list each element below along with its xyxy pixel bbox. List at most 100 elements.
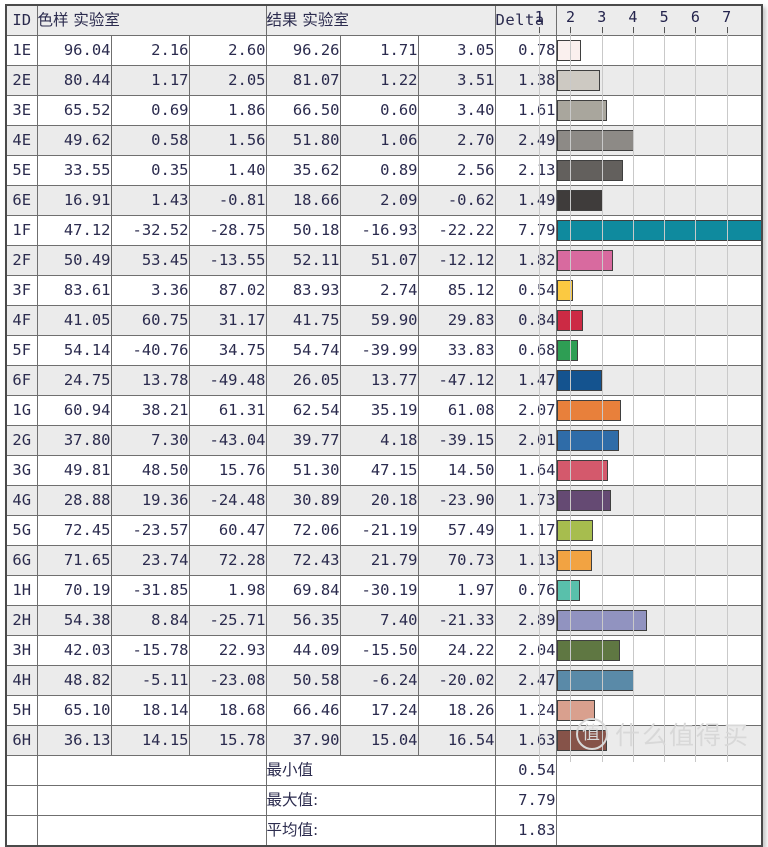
result-value: 29.83 [417, 305, 496, 336]
sample-value: 23.74 [110, 545, 190, 576]
table-header-row: ID 色样 实验室 结果 实验室 Delta E [5, 4, 763, 36]
result-value: 18.26 [417, 695, 496, 726]
result-value: 50.58 [265, 665, 341, 696]
result-value: 7.40 [339, 605, 419, 636]
sample-value: -49.48 [188, 365, 267, 396]
sample-value: 1.43 [110, 185, 190, 216]
result-value: 1.97 [417, 575, 496, 606]
sample-value: 49.62 [36, 125, 112, 156]
table-row: 5F 54.14 -40.76 34.75 54.74 -39.99 33.83 0.68 [5, 335, 763, 366]
delta-e-bar [557, 460, 608, 481]
chart-axis-header [555, 4, 763, 36]
chart-cell [555, 485, 763, 516]
result-value: -12.12 [417, 245, 496, 276]
result-value: -39.15 [417, 425, 496, 456]
sample-value: 2.16 [110, 35, 190, 66]
result-value: 1.06 [339, 125, 419, 156]
bar-container [557, 397, 761, 425]
chart-cell [555, 245, 763, 276]
row-id: 6E [5, 185, 38, 216]
row-id: 2G [5, 425, 38, 456]
table-row: 6G 71.65 23.74 72.28 72.43 21.79 70.73 1.13 [5, 545, 763, 576]
result-value: -15.50 [339, 635, 419, 666]
chart-cell-empty [555, 815, 762, 846]
chart-cell [555, 575, 763, 606]
sample-value: 0.58 [110, 125, 190, 156]
result-value: 50.18 [265, 215, 341, 246]
sample-value: 87.02 [188, 275, 267, 306]
chart-cell [555, 725, 763, 756]
delta-e-bar [557, 100, 607, 121]
sample-value: 2.05 [188, 65, 267, 96]
chart-cell [555, 455, 763, 486]
row-id: 5G [5, 515, 38, 546]
sample-value: 1.40 [188, 155, 267, 186]
sample-value: 2.60 [188, 35, 267, 66]
row-id: 2E [5, 65, 38, 96]
result-value: 69.84 [265, 575, 341, 606]
delta-e-value: 1.17 [494, 515, 557, 546]
result-value: 0.89 [339, 155, 419, 186]
sample-value: 42.03 [36, 635, 112, 666]
bar-container [557, 457, 761, 485]
table-row: 1F 47.12 -32.52 -28.75 50.18 -16.93 -22.22 7.79 [5, 215, 763, 246]
result-value: 35.19 [339, 395, 419, 426]
result-value: 26.05 [265, 365, 341, 396]
result-value: 30.89 [265, 485, 341, 516]
sample-value: 53.45 [110, 245, 190, 276]
chart-cell [555, 185, 763, 216]
chart-cell [555, 515, 763, 546]
table-row: 1G 60.94 38.21 61.31 62.54 35.19 61.08 2.07 [5, 395, 763, 426]
delta-e-value: 1.13 [494, 545, 557, 576]
sample-value: 80.44 [36, 65, 112, 96]
row-id: 3G [5, 455, 38, 486]
delta-e-value: 2.47 [494, 665, 557, 696]
bar-container [557, 487, 761, 515]
result-value: 59.90 [339, 305, 419, 336]
delta-e-value: 2.13 [494, 155, 557, 186]
bar-container [557, 517, 761, 545]
row-id: 3H [5, 635, 38, 666]
result-value: 56.35 [265, 605, 341, 636]
result-value: 57.49 [417, 515, 496, 546]
sample-value: 0.35 [110, 155, 190, 186]
sample-value: -23.08 [188, 665, 267, 696]
table-row: 2F 50.49 53.45 -13.55 52.11 51.07 -12.12 1.82 [5, 245, 763, 276]
chart-cell [555, 425, 763, 456]
result-value: 2.56 [417, 155, 496, 186]
result-value: 16.54 [417, 725, 496, 756]
sample-value: 18.14 [110, 695, 190, 726]
table-row: 5G 72.45 -23.57 60.47 72.06 -21.19 57.49 1.17 [5, 515, 763, 546]
delta-e-table: ID 色样 实验室 结果 实验室 Delta E 1E96.042.162.60… [5, 4, 763, 847]
result-value: -47.12 [417, 365, 496, 396]
delta-e-bar [557, 220, 761, 241]
sample-value: -23.57 [110, 515, 190, 546]
sample-value: 70.19 [36, 575, 112, 606]
result-value: 51.80 [265, 125, 341, 156]
delta-e-bar [557, 190, 604, 211]
chart-cell [555, 65, 763, 96]
delta-e-value: 2.04 [494, 635, 557, 666]
sample-value: 18.68 [188, 695, 267, 726]
sample-value: 60.75 [110, 305, 190, 336]
delta-e-bar [557, 70, 600, 91]
delta-e-bar [557, 400, 622, 421]
sample-value: 36.13 [36, 725, 112, 756]
summary-spacer [36, 755, 267, 786]
bar-container [557, 427, 761, 455]
result-value: 66.46 [265, 695, 341, 726]
sample-value: 41.05 [36, 305, 112, 336]
result-value: 83.93 [265, 275, 341, 306]
delta-e-value: 2.07 [494, 395, 557, 426]
result-value: -16.93 [339, 215, 419, 246]
delta-e-value: 0.68 [494, 335, 557, 366]
sample-value: 19.36 [110, 485, 190, 516]
table-row: 4F 41.05 60.75 31.17 41.75 59.90 29.83 0.84 [5, 305, 763, 336]
row-id: 2H [5, 605, 38, 636]
result-value: 81.07 [265, 65, 341, 96]
summary-spacer [5, 755, 38, 786]
table-row: 3G 49.81 48.50 15.76 51.30 47.15 14.50 1.64 [5, 455, 763, 486]
row-id: 6F [5, 365, 38, 396]
chart-cell [555, 305, 763, 336]
bar-container [557, 217, 761, 245]
